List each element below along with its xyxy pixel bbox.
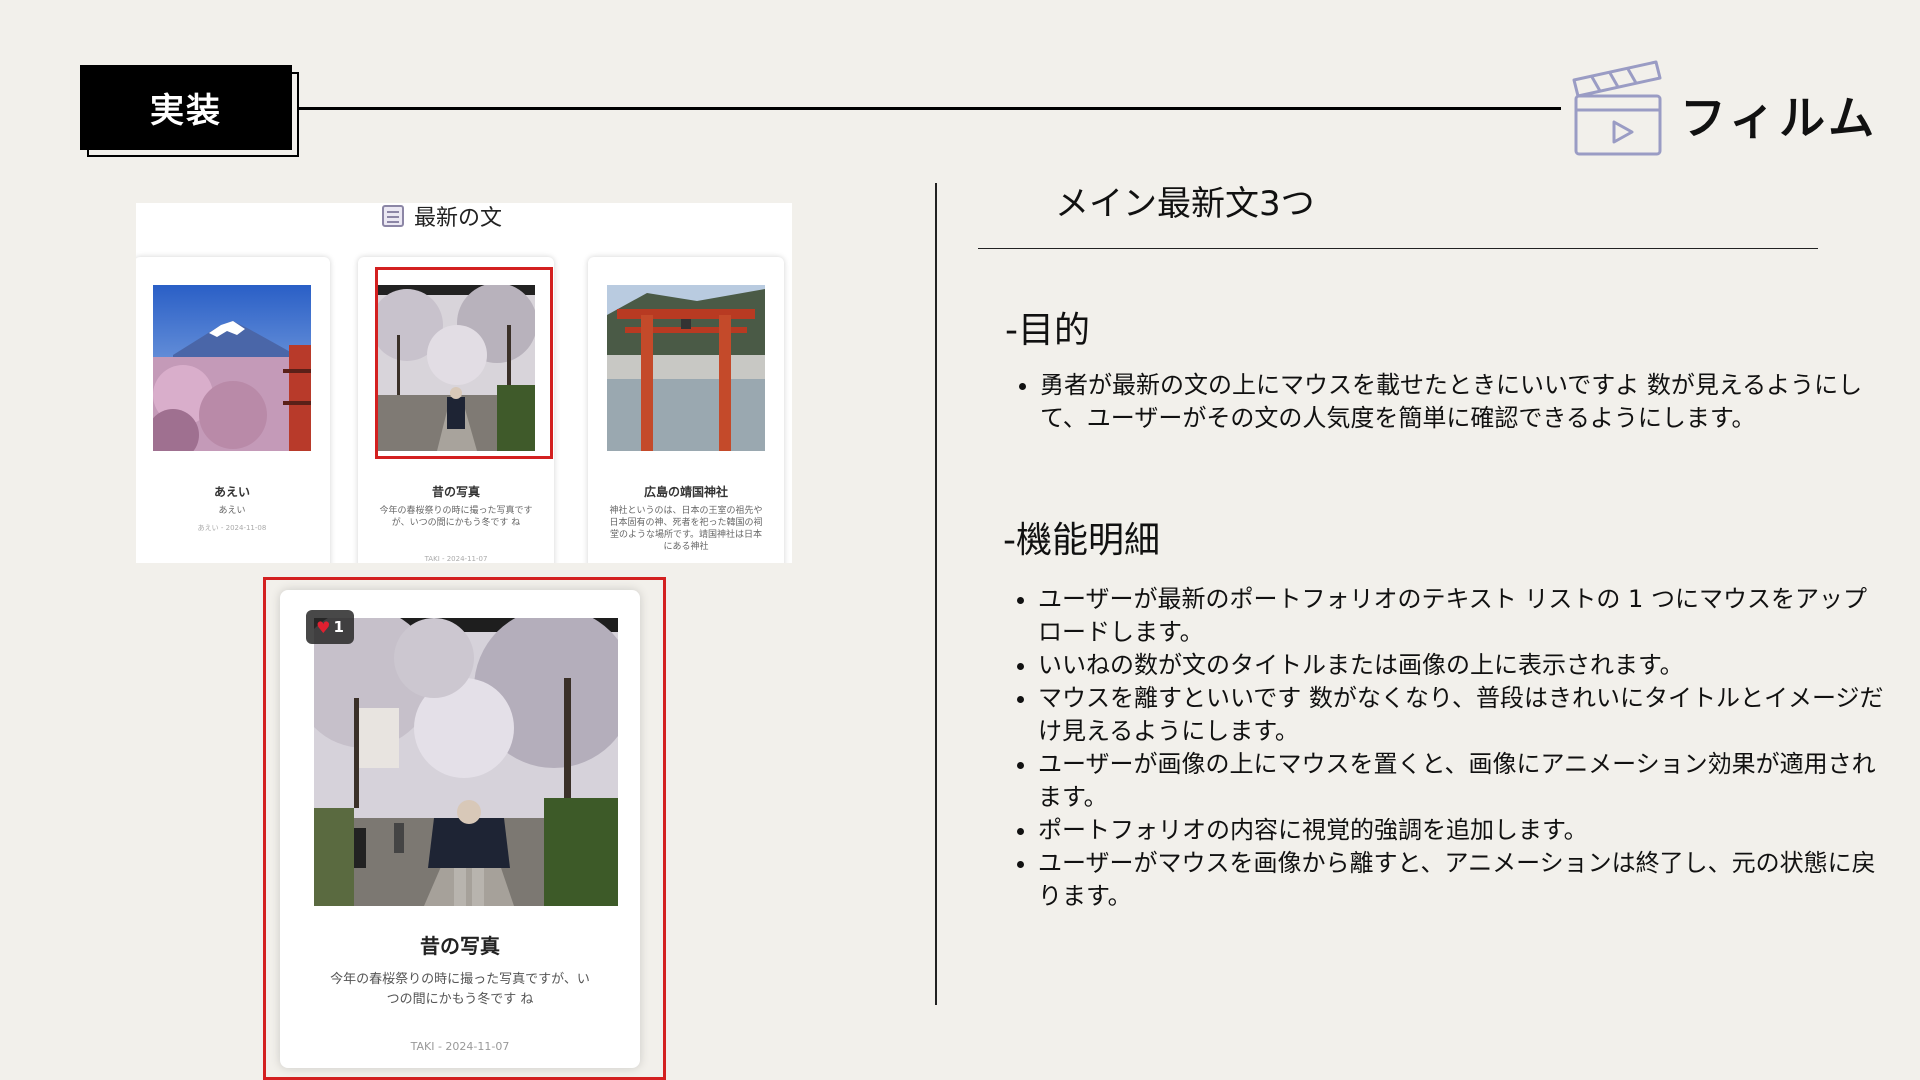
card-meta: あえい - 2024-11-08 (197, 524, 267, 532)
list-item: ユーザーが最新のポートフォリオのテキスト リストの 1 つにマウスをアップロード… (1038, 583, 1888, 649)
clapperboard-icon (1572, 60, 1662, 156)
card-desc: あえい (218, 506, 246, 516)
header-rule (299, 107, 1561, 110)
brand-name: フィルム (1680, 91, 1879, 145)
card-title: 広島の靖国神社 (643, 485, 728, 499)
list-item: ユーザーが画像の上にマウスを置くと、画像にアニメーション効果が適用されます。 (1038, 748, 1888, 814)
featured-title: 昔の写真 (420, 934, 500, 958)
mount-fuji-photo (153, 285, 311, 451)
list-item: ポートフォリオの内容に視覚的強調を追加します。 (1038, 814, 1888, 847)
card-title: あえい (213, 485, 250, 499)
list-item: ユーザーがマウスを画像から離すと、アニメーションは終了し、元の状態に戻ります。 (1038, 847, 1888, 913)
torii-gate-photo (607, 285, 765, 451)
spec-list: ユーザーが最新のポートフォリオのテキスト リストの 1 つにマウスをアップロード… (1004, 583, 1888, 913)
document-icon (382, 205, 404, 227)
column-divider (935, 183, 937, 1005)
featured-desc: 今年の春桜祭りの時に撮った写真ですが、いつの間にかもう冬です ね (330, 972, 590, 1007)
card-meta: TAKI - 2024-11-07 (424, 555, 488, 563)
slide-section-title: メイン最新文3つ (1055, 184, 1315, 224)
featured-meta: TAKI - 2024-11-07 (410, 1040, 510, 1053)
highlight-small (375, 267, 553, 459)
section-tag: 実装 (80, 65, 292, 150)
cherry-blossom-photo-large (314, 618, 618, 906)
list-item: マウスを離すといいです 数がなくなり、普段はきれいにタイトルとイメージだけ見える… (1038, 682, 1888, 748)
spec-heading: -機能明細 (1003, 520, 1160, 561)
heart-icon: ♥ (316, 617, 331, 637)
latest-posts-heading: 最新の文 (382, 203, 503, 231)
purpose-list: 勇者が最新の文の上にマウスを載せたときにいいですよ 数が見えるようにして、ユーザ… (1006, 369, 1870, 435)
card-desc: 今年の春桜祭りの時に撮った写真ですが、いつの間にかもう冬です ね (379, 506, 533, 528)
title-rule (978, 248, 1818, 249)
card-desc: 神社というのは、日本の王室の祖先や日本固有の神、死者を祀った韓国の祠堂のような場… (609, 506, 763, 552)
post-card[interactable]: あえい あえい あえい - 2024-11-08 (136, 257, 330, 563)
featured-post-card[interactable]: ♥ 1 昔の写真 今年の春桜祭りの時に撮った写真ですが、いつの間にかもう冬です … (280, 590, 640, 1068)
like-count: 1 (333, 618, 344, 636)
list-item: 勇者が最新の文の上にマウスを載せたときにいいですよ 数が見えるようにして、ユーザ… (1040, 369, 1870, 435)
list-item: いいねの数が文のタイトルまたは画像の上に表示されます。 (1038, 649, 1888, 682)
purpose-heading: -目的 (1005, 310, 1090, 351)
card-title: 昔の写真 (431, 485, 480, 499)
latest-posts-title: 最新の文 (414, 206, 503, 231)
post-card[interactable]: 広島の靖国神社 神社というのは、日本の王室の祖先や日本固有の神、死者を祀った韓国… (588, 257, 784, 563)
like-count-badge: ♥ 1 (306, 610, 354, 644)
